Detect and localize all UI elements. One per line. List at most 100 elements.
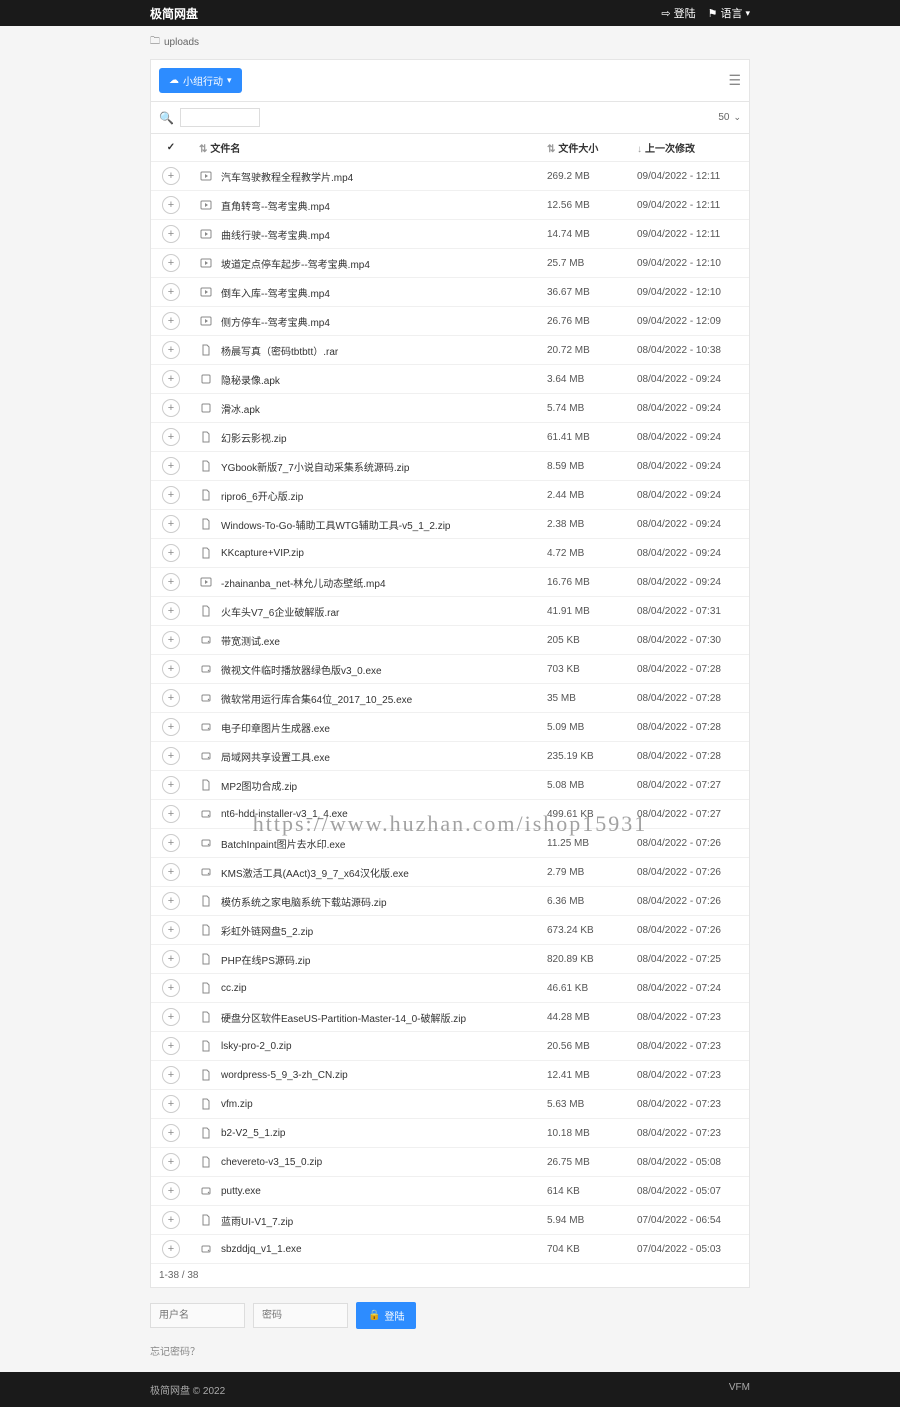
col-check[interactable]: ✓	[151, 134, 191, 162]
file-name[interactable]: 倒车入库--驾考宝典.mp4	[221, 285, 330, 300]
file-name[interactable]: 直角转弯--驾考宝典.mp4	[221, 198, 330, 213]
file-name[interactable]: vfm.zip	[221, 1099, 253, 1110]
add-button[interactable]: +	[162, 1095, 180, 1113]
add-button[interactable]: +	[162, 254, 180, 272]
add-button[interactable]: +	[162, 515, 180, 533]
file-name[interactable]: 隐秘录像.apk	[221, 372, 280, 387]
search-icon[interactable]: 🔍	[159, 111, 174, 125]
add-button[interactable]: +	[162, 863, 180, 881]
password-input[interactable]	[253, 1303, 348, 1328]
add-button[interactable]: +	[162, 312, 180, 330]
file-name[interactable]: putty.exe	[221, 1186, 261, 1197]
file-name[interactable]: 电子印章图片生成器.exe	[221, 720, 330, 735]
add-button[interactable]: +	[162, 486, 180, 504]
file-name[interactable]: wordpress-5_9_3-zh_CN.zip	[221, 1070, 348, 1081]
lock-icon: 🔒	[368, 1310, 380, 1321]
search-input[interactable]	[180, 108, 260, 127]
add-button[interactable]: +	[162, 834, 180, 852]
file-name[interactable]: BatchInpaint图片去水印.exe	[221, 836, 346, 851]
file-name[interactable]: 硬盘分区软件EaseUS-Partition-Master-14_0-破解版.z…	[221, 1010, 466, 1025]
file-name[interactable]: 汽车驾驶教程全程教学片.mp4	[221, 169, 353, 184]
group-action-button[interactable]: ☁ 小组行动 ▾	[159, 68, 242, 93]
menu-icon[interactable]: ☰	[728, 72, 741, 89]
per-page-select[interactable]: 50 ⌄	[718, 112, 741, 123]
file-name[interactable]: ripro6_6开心版.zip	[221, 488, 303, 503]
file-size: 20.56 MB	[539, 1032, 629, 1061]
add-button[interactable]: +	[162, 921, 180, 939]
file-name[interactable]: -zhainanba_net-林允儿动态壁纸.mp4	[221, 575, 386, 590]
add-button[interactable]: +	[162, 1066, 180, 1084]
add-button[interactable]: +	[162, 1037, 180, 1055]
file-name[interactable]: 侧方停车--驾考宝典.mp4	[221, 314, 330, 329]
file-name[interactable]: 微软常用运行库合集64位_2017_10_25.exe	[221, 691, 412, 706]
file-date: 09/04/2022 - 12:10	[629, 278, 749, 307]
breadcrumb-text[interactable]: uploads	[164, 37, 199, 48]
add-button[interactable]: +	[162, 892, 180, 910]
add-button[interactable]: +	[162, 283, 180, 301]
add-button[interactable]: +	[162, 196, 180, 214]
lang-link[interactable]: ⚑ 语言 ▾	[708, 5, 750, 21]
add-button[interactable]: +	[162, 1124, 180, 1142]
file-name[interactable]: PHP在线PS源码.zip	[221, 952, 310, 967]
file-name[interactable]: nt6-hdd-installer-v3_1_4.exe	[221, 809, 348, 820]
file-name[interactable]: KMS激活工具(AAct)3_9_7_x64汉化版.exe	[221, 865, 409, 880]
add-button[interactable]: +	[162, 428, 180, 446]
add-button[interactable]: +	[162, 573, 180, 591]
file-date: 08/04/2022 - 05:07	[629, 1177, 749, 1206]
add-button[interactable]: +	[162, 718, 180, 736]
add-button[interactable]: +	[162, 1153, 180, 1171]
video-icon	[199, 170, 213, 182]
add-button[interactable]: +	[162, 1008, 180, 1026]
file-name[interactable]: lsky-pro-2_0.zip	[221, 1041, 292, 1052]
add-button[interactable]: +	[162, 979, 180, 997]
add-button[interactable]: +	[162, 1240, 180, 1258]
add-button[interactable]: +	[162, 544, 180, 562]
col-size[interactable]: ⇅文件大小	[539, 134, 629, 162]
username-input[interactable]	[150, 1303, 245, 1328]
login-link[interactable]: ⇨ 登陆	[661, 5, 695, 21]
file-name[interactable]: 彩虹外链网盘5_2.zip	[221, 923, 313, 938]
add-button[interactable]: +	[162, 341, 180, 359]
file-name[interactable]: 微视文件临时播放器绿色版v3_0.exe	[221, 662, 382, 677]
file-size: 14.74 MB	[539, 220, 629, 249]
file-name[interactable]: 模仿系统之家电脑系统下载站源码.zip	[221, 894, 387, 909]
file-name[interactable]: 火车头V7_6企业破解版.rar	[221, 604, 339, 619]
file-name[interactable]: 局域网共享设置工具.exe	[221, 749, 330, 764]
add-button[interactable]: +	[162, 1182, 180, 1200]
file-name[interactable]: b2-V2_5_1.zip	[221, 1128, 286, 1139]
add-button[interactable]: +	[162, 805, 180, 823]
file-name[interactable]: sbzddjq_v1_1.exe	[221, 1244, 302, 1255]
file-name[interactable]: YGbook新版7_7小说自动采集系统源码.zip	[221, 459, 409, 474]
add-button[interactable]: +	[162, 631, 180, 649]
add-button[interactable]: +	[162, 602, 180, 620]
file-name[interactable]: 滑冰.apk	[221, 401, 260, 416]
add-button[interactable]: +	[162, 1211, 180, 1229]
add-button[interactable]: +	[162, 776, 180, 794]
file-name[interactable]: 曲线行驶--驾考宝典.mp4	[221, 227, 330, 242]
file-name[interactable]: 带宽测试.exe	[221, 633, 280, 648]
col-name[interactable]: ⇅文件名	[191, 134, 539, 162]
file-name[interactable]: 蓝雨UI-V1_7.zip	[221, 1213, 293, 1228]
forgot-password-link[interactable]: 忘记密码？	[150, 1343, 750, 1372]
add-button[interactable]: +	[162, 660, 180, 678]
add-button[interactable]: +	[162, 399, 180, 417]
search-bar: 🔍 50 ⌄	[150, 102, 750, 134]
add-button[interactable]: +	[162, 747, 180, 765]
file-name[interactable]: chevereto-v3_15_0.zip	[221, 1157, 322, 1168]
add-button[interactable]: +	[162, 950, 180, 968]
file-name[interactable]: 坡道定点停车起步--驾考宝典.mp4	[221, 256, 370, 271]
col-date[interactable]: ↓上一次修改	[629, 134, 749, 162]
add-button[interactable]: +	[162, 457, 180, 475]
file-name[interactable]: 幻影云影视.zip	[221, 430, 287, 445]
file-name[interactable]: cc.zip	[221, 983, 247, 994]
add-button[interactable]: +	[162, 370, 180, 388]
login-button[interactable]: 🔒 登陆	[356, 1302, 416, 1329]
add-button[interactable]: +	[162, 225, 180, 243]
file-name[interactable]: 杨晨写真（密码tbtbtt）.rar	[221, 343, 338, 358]
add-button[interactable]: +	[162, 689, 180, 707]
file-name[interactable]: MP2图功合成.zip	[221, 778, 297, 793]
add-button[interactable]: +	[162, 167, 180, 185]
file-name[interactable]: KKcapture+VIP.zip	[221, 548, 304, 559]
file-name[interactable]: Windows-To-Go-辅助工具WTG辅助工具-v5_1_2.zip	[221, 517, 450, 532]
table-row: +微软常用运行库合集64位_2017_10_25.exe35 MB08/04/2…	[151, 684, 749, 713]
